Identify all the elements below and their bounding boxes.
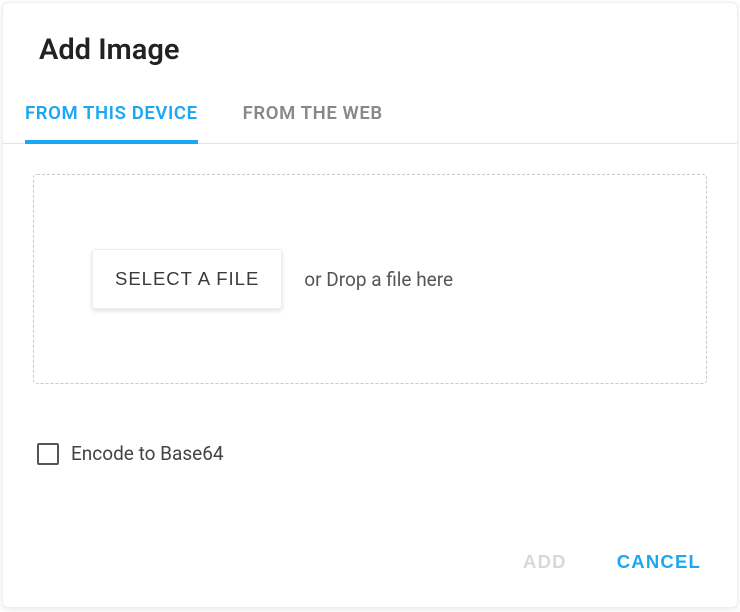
encode-base64-label: Encode to Base64: [71, 442, 224, 465]
drop-file-text: or Drop a file here: [304, 268, 453, 291]
tabs: FROM THIS DEVICE FROM THE WEB: [3, 87, 737, 144]
select-file-button[interactable]: SELECT A FILE: [92, 249, 282, 309]
modal-content: SELECT A FILE or Drop a file here Encode…: [3, 144, 737, 551]
tab-from-the-web[interactable]: FROM THE WEB: [243, 88, 383, 144]
modal-footer: ADD CANCEL: [3, 551, 737, 607]
tab-label: FROM THIS DEVICE: [25, 102, 198, 124]
cancel-button[interactable]: CANCEL: [617, 551, 701, 573]
modal-title: Add Image: [39, 33, 701, 67]
encode-base64-checkbox[interactable]: [37, 443, 59, 465]
tab-from-this-device[interactable]: FROM THIS DEVICE: [25, 88, 198, 144]
encode-base64-option: Encode to Base64: [33, 442, 707, 465]
add-button[interactable]: ADD: [523, 551, 567, 573]
tab-label: FROM THE WEB: [243, 102, 383, 124]
add-image-modal: Add Image FROM THIS DEVICE FROM THE WEB …: [2, 2, 738, 608]
file-dropzone[interactable]: SELECT A FILE or Drop a file here: [33, 174, 707, 384]
modal-header: Add Image: [3, 3, 737, 87]
